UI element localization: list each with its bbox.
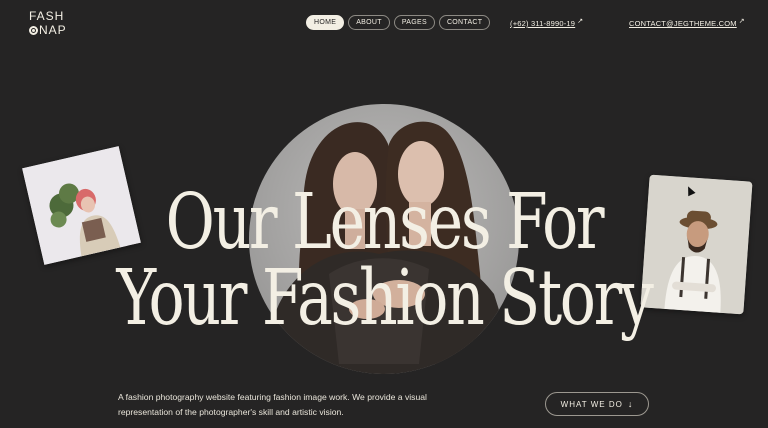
cta-label: WHAT WE DO (560, 399, 623, 409)
nav-pages[interactable]: PAGES (393, 15, 435, 30)
aperture-icon (29, 26, 38, 35)
arrow-down-icon: ↓ (627, 399, 634, 409)
site-logo[interactable]: FASH NAP (29, 9, 67, 37)
email-link-text: CONTACT@JEGTHEME.COM (629, 19, 737, 28)
nav-contact[interactable]: CONTACT (438, 15, 491, 30)
headline-line-2: Your Fashion Story (116, 254, 653, 343)
logo-line-1: FASH (29, 9, 65, 23)
hero-description: A fashion photography website featuring … (118, 392, 427, 417)
arrow-up-right-icon: ↗ (738, 18, 745, 25)
nav-about[interactable]: ABOUT (348, 15, 390, 30)
logo-line-2-text: NAP (39, 23, 67, 37)
phone-link-text: (+62) 311-8990-19 (510, 19, 576, 28)
what-we-do-button[interactable]: WHAT WE DO ↓ (545, 392, 649, 416)
phone-link[interactable]: (+62) 311-8990-19 ↗ (510, 17, 583, 28)
nav-home[interactable]: HOME (306, 15, 345, 30)
logo-line-2: NAP (29, 23, 67, 37)
main-nav: HOME ABOUT PAGES CONTACT (306, 15, 491, 30)
hero-headline: Our Lenses For Your Fashion Story (0, 180, 768, 342)
email-link[interactable]: CONTACT@JEGTHEME.COM ↗ (629, 17, 745, 28)
arrow-up-right-icon: ↗ (577, 18, 584, 25)
